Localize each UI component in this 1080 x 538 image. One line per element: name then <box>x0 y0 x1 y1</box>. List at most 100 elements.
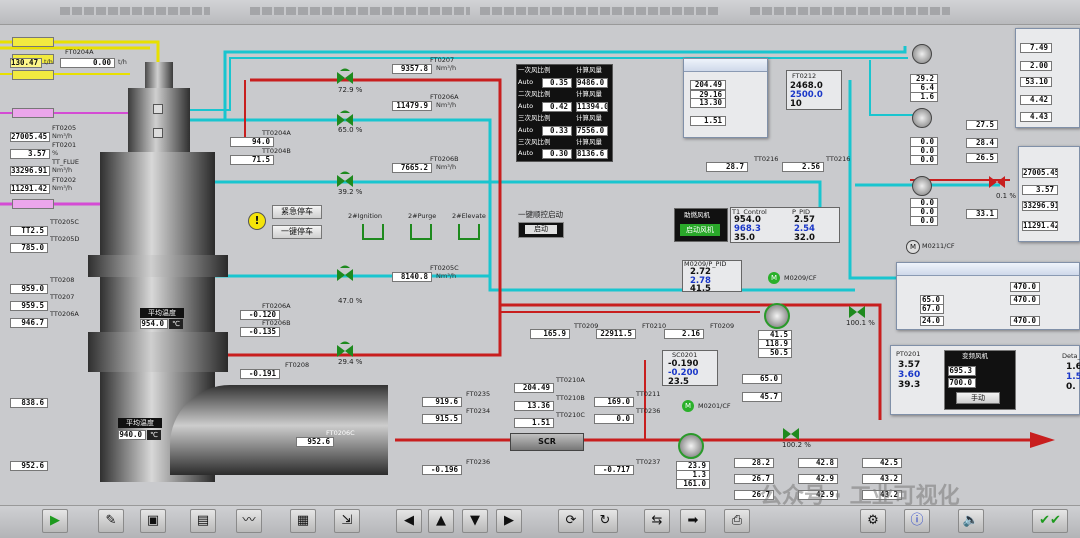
popup-small-v4: 1.51 <box>690 116 726 126</box>
tag-ft0207: FT0207 <box>430 56 455 64</box>
pt-title: PT0201 <box>896 350 921 358</box>
value-ft0206b-r: 7665.2 <box>392 163 432 173</box>
trend-icon[interactable]: 〰 <box>236 509 262 533</box>
dark-panel-v2: 700.0 <box>948 378 976 388</box>
left-value-2: 3.57 <box>10 149 50 159</box>
tag-left-1: FT0205 <box>52 124 77 132</box>
redo-icon[interactable]: ↻ <box>592 509 618 533</box>
speaker-icon[interactable]: 🔈 <box>958 509 984 533</box>
one-key-start-button[interactable]: 启动 <box>518 222 564 238</box>
value-tt0205d: 785.0 <box>10 243 48 253</box>
pump-5-v3: 161.0 <box>676 479 710 489</box>
scr-unit[interactable]: SCR <box>510 433 584 451</box>
back-icon[interactable]: ◀ <box>396 509 422 533</box>
left-label-1[interactable] <box>12 37 54 47</box>
furnace-flange-2 <box>88 332 228 372</box>
popup-large-titlebar[interactable] <box>897 263 1079 276</box>
motor-m-icon-3[interactable]: M <box>906 240 920 254</box>
tool-icon[interactable]: ✎ <box>98 509 124 533</box>
print-icon[interactable]: ⎙ <box>724 509 750 533</box>
igniter-2-icon[interactable] <box>410 224 432 240</box>
report-icon[interactable]: ▤ <box>190 509 216 533</box>
brt-v3: 42.5 <box>862 458 902 468</box>
left-unit-2: % <box>52 149 59 157</box>
tt-lower-tag-2: TT0236 <box>636 407 661 415</box>
tt0210-v2: 13.36 <box>514 401 554 411</box>
ft-lower-tag-3: FT0236 <box>466 458 491 466</box>
bottom-v3: 2.16 <box>664 329 704 339</box>
settings-icon[interactable]: ⚙ <box>860 509 886 533</box>
pump-3-icon[interactable] <box>912 176 932 196</box>
left-label-5[interactable] <box>12 199 54 209</box>
valve-bottom-icon[interactable] <box>782 424 800 442</box>
pump-1-icon[interactable] <box>912 44 932 64</box>
valve-5-icon[interactable] <box>336 341 354 359</box>
left-label-4[interactable] <box>12 108 54 118</box>
manual-button[interactable]: 手动 <box>956 392 1000 404</box>
export-icon[interactable]: ⇲ <box>334 509 360 533</box>
folder-icon[interactable]: ▣ <box>140 509 166 533</box>
value-ft0205c-r: 8140.8 <box>392 272 432 282</box>
bottom-v2: 22911.5 <box>596 329 636 339</box>
popup-small-titlebar[interactable] <box>684 59 767 72</box>
ratio-h3b: 计算风量 <box>576 114 602 122</box>
refresh-icon[interactable]: ⟳ <box>558 509 584 533</box>
tag-ft0206a: FT0206A <box>262 302 291 310</box>
up-icon[interactable]: ▲ <box>428 509 454 533</box>
brt-v2: 42.8 <box>798 458 838 468</box>
ratio-r3b[interactable]: 0.33 <box>542 126 572 136</box>
value-yellow-1: 130.47 <box>10 58 42 68</box>
bottom-tag-2: FT0210 <box>642 322 667 330</box>
tag-left-3: TT_FLUE <box>52 158 79 166</box>
forward-icon[interactable]: ▶ <box>496 509 522 533</box>
valve-right-red-pct: 0.1 % <box>996 192 1017 200</box>
left-label-3[interactable] <box>12 70 54 80</box>
ratio-r1b[interactable]: 0.35 <box>542 78 572 88</box>
emergency-stop-button[interactable]: 紧急停车 <box>272 205 322 219</box>
valve-right-1-pct: 100.1 % <box>846 319 875 327</box>
motor-m-icon-2[interactable]: M <box>682 400 694 412</box>
valve-right-red-icon[interactable] <box>988 172 1006 190</box>
ratio-r4b[interactable]: 0.30 <box>542 149 572 159</box>
igniter-1-icon[interactable] <box>362 224 384 240</box>
tag-tt0207: TT0207 <box>50 293 75 301</box>
sc-v3: 23.5 <box>668 377 689 387</box>
grid-icon[interactable]: ▦ <box>290 509 316 533</box>
furnace-top-chimney <box>145 62 173 90</box>
ratio-r2c: 11394.0 <box>576 102 608 112</box>
transfer-icon[interactable]: ⇆ <box>644 509 670 533</box>
popup-small-v1: 204.49 <box>690 80 726 90</box>
valve-right-1-icon[interactable] <box>848 302 866 320</box>
valve-1-icon[interactable] <box>336 68 354 86</box>
tag-ft0208: FT0208 <box>285 361 310 369</box>
pump-2-icon[interactable] <box>912 108 932 128</box>
play-icon[interactable]: ▶ <box>42 509 68 533</box>
check-icon[interactable]: ✔✔ <box>1032 509 1068 533</box>
avg-temp-value-2: 940.0 <box>118 430 146 440</box>
igniter-3-icon[interactable] <box>458 224 480 240</box>
one-key-label: 一键顺控启动 <box>518 210 563 219</box>
value-ft0207: 9357.8 <box>392 64 432 74</box>
pump-5-icon[interactable] <box>678 433 704 459</box>
right-v7: 28.4 <box>966 138 998 148</box>
valve-4-icon[interactable] <box>336 265 354 283</box>
motor-m-icon-1[interactable]: M <box>768 272 780 284</box>
furnace-flange-1 <box>88 255 228 277</box>
fan-start-button[interactable]: 启动风机 <box>680 224 720 236</box>
valve-bottom-pct: 100.2 % <box>782 441 811 449</box>
tt-row-tag-a: TT0216 <box>754 155 779 163</box>
arrow-right-icon[interactable]: ➡ <box>680 509 706 533</box>
one-key-stop-button[interactable]: 一键停车 <box>272 225 322 239</box>
left-value-3: 33296.91 <box>10 166 50 176</box>
tt-lower-v2: 0.0 <box>594 414 634 424</box>
ratio-r2b[interactable]: 0.42 <box>542 102 572 112</box>
down-icon[interactable]: ▼ <box>462 509 488 533</box>
valve-3-icon[interactable] <box>336 171 354 189</box>
tt-lower-tag-3: TT0237 <box>636 458 661 466</box>
tt-row-a: 28.7 <box>706 162 748 172</box>
info-icon[interactable]: ⓘ <box>904 509 930 533</box>
unit-yellow-1: t/h <box>44 58 53 66</box>
dark-panel-v1: 695.3 <box>948 366 976 376</box>
pump-4-icon[interactable] <box>764 303 790 329</box>
avg-temp-label-2: 平均温度 <box>118 418 162 428</box>
